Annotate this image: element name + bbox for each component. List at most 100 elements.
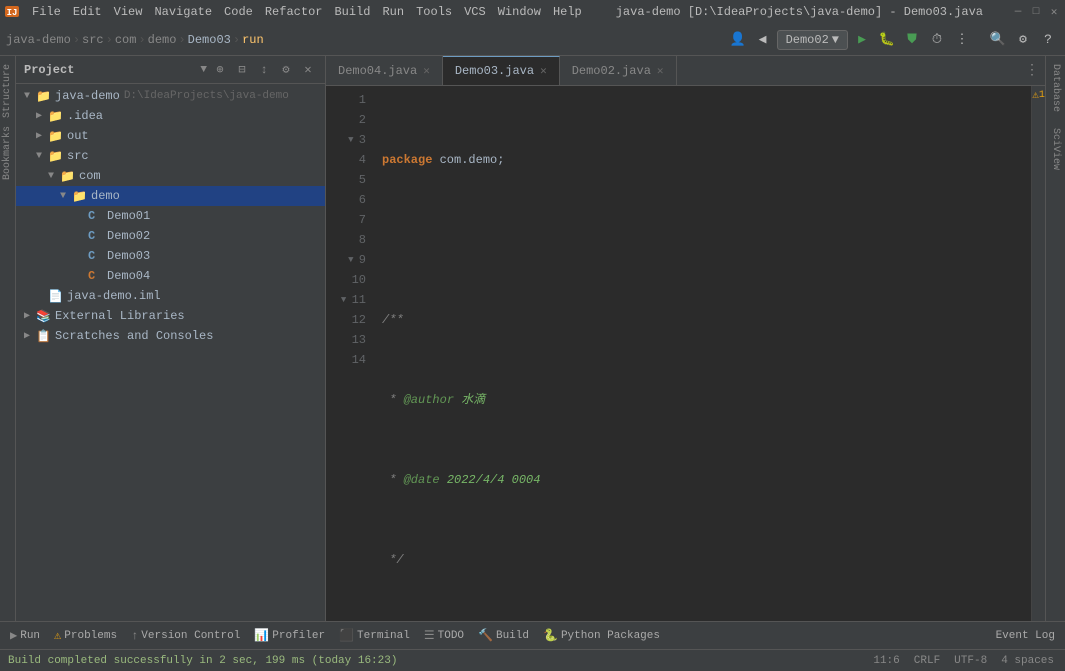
help-button[interactable]: ? bbox=[1037, 29, 1059, 51]
panel-close-icon[interactable]: ✕ bbox=[299, 61, 317, 79]
breadcrumb-class[interactable]: Demo03 bbox=[188, 33, 231, 47]
main-area: Structure Bookmarks Project ▼ ⊕ ⊟ ↕ ⚙ ✕ … bbox=[0, 56, 1065, 621]
expand-arrow-out[interactable]: ▶ bbox=[36, 130, 48, 142]
expand-arrow-scratches[interactable]: ▶ bbox=[24, 330, 36, 342]
more-run-button[interactable]: ⋮ bbox=[951, 29, 973, 51]
line-ending[interactable]: CRLF bbox=[911, 655, 943, 667]
fold-icon-9[interactable]: ▼ bbox=[345, 254, 357, 266]
fold-icon-3[interactable]: ▼ bbox=[345, 134, 357, 146]
menu-vcs[interactable]: VCS bbox=[458, 3, 492, 21]
tree-item-demo01[interactable]: ▶ C Demo01 bbox=[16, 206, 325, 226]
menu-code[interactable]: Code bbox=[218, 3, 259, 21]
editor-content[interactable]: 1 2 ▼ 3 4 5 6 7 8 ▼ 9 10 ▼ 11 bbox=[326, 86, 1045, 621]
run-config-dropdown[interactable]: Demo02 ▼ bbox=[777, 30, 848, 50]
breadcrumb-com[interactable]: com bbox=[115, 33, 137, 47]
expand-arrow-libs[interactable]: ▶ bbox=[24, 310, 36, 322]
debug-button[interactable]: 🐛 bbox=[876, 29, 898, 51]
back-button[interactable]: ◀ bbox=[752, 29, 774, 51]
encoding[interactable]: UTF-8 bbox=[951, 655, 990, 667]
menu-window[interactable]: Window bbox=[492, 3, 547, 21]
event-log-button[interactable]: Event Log bbox=[990, 628, 1061, 644]
profile-button[interactable]: ⏱ bbox=[926, 29, 948, 51]
tree-item-scratches[interactable]: ▶ 📋 Scratches and Consoles bbox=[16, 326, 325, 346]
expand-arrow-demo[interactable]: ▼ bbox=[60, 191, 72, 202]
tree-item-iml[interactable]: ▶ 📄 java-demo.iml bbox=[16, 286, 325, 306]
version-control-button[interactable]: ↑ Version Control bbox=[125, 625, 246, 647]
tree-item-root[interactable]: ▼ 📁 java-demo D:\IdeaProjects\java-demo bbox=[16, 86, 325, 106]
tab-demo02-close[interactable]: ✕ bbox=[657, 64, 664, 78]
tree-item-demo03[interactable]: ▶ C Demo03 bbox=[16, 246, 325, 266]
tab-demo03-close[interactable]: ✕ bbox=[540, 64, 547, 78]
sort-icon[interactable]: ↕ bbox=[255, 61, 273, 79]
sync-icon[interactable]: ⊕ bbox=[211, 61, 229, 79]
tab-demo02-label: Demo02.java bbox=[572, 64, 651, 78]
expand-arrow-root[interactable]: ▼ bbox=[24, 91, 36, 102]
problems-button[interactable]: ⚠ Problems bbox=[48, 625, 123, 647]
tree-item-out[interactable]: ▶ 📁 out bbox=[16, 126, 325, 146]
todo-button[interactable]: ☰ TODO bbox=[418, 625, 470, 647]
git-icon[interactable]: 👤 bbox=[727, 29, 749, 51]
line-numbers: 1 2 ▼ 3 4 5 6 7 8 ▼ 9 10 ▼ 11 bbox=[326, 86, 374, 621]
tab-demo02[interactable]: Demo02.java ✕ bbox=[560, 56, 677, 85]
tree-item-src[interactable]: ▼ 📁 src bbox=[16, 146, 325, 166]
tree-item-demo04[interactable]: ▶ C Demo04 bbox=[16, 266, 325, 286]
tab-more-button[interactable]: ⋮ bbox=[1019, 62, 1045, 79]
menu-edit[interactable]: Edit bbox=[67, 3, 108, 21]
scratches-icon: 📋 bbox=[36, 329, 52, 344]
breadcrumb-demo[interactable]: demo bbox=[148, 33, 177, 47]
menu-run[interactable]: Run bbox=[376, 3, 410, 21]
close-button[interactable]: ✕ bbox=[1047, 5, 1061, 19]
structure-strip: Structure bbox=[0, 56, 16, 118]
tree-item-demo02[interactable]: ▶ C Demo02 bbox=[16, 226, 325, 246]
maximize-button[interactable]: □ bbox=[1029, 5, 1043, 19]
database-panel-toggle[interactable]: Database bbox=[1048, 56, 1063, 120]
breadcrumb-method[interactable]: run bbox=[242, 33, 264, 47]
structure-label[interactable]: Structure bbox=[2, 64, 13, 118]
breadcrumb-src[interactable]: src bbox=[82, 33, 104, 47]
run-panel-button[interactable]: ▶ Run bbox=[4, 625, 46, 647]
iml-icon: 📄 bbox=[48, 289, 64, 304]
profiler-button[interactable]: 📊 Profiler bbox=[248, 625, 331, 647]
menu-refactor[interactable]: Refactor bbox=[259, 3, 329, 21]
bookmarks-label[interactable]: Bookmarks bbox=[2, 126, 13, 180]
tab-demo04[interactable]: Demo04.java ✕ bbox=[326, 56, 443, 85]
tree-item-demo[interactable]: ▼ 📁 demo bbox=[16, 186, 325, 206]
menu-tools[interactable]: Tools bbox=[410, 3, 458, 21]
line-num-13: 13 bbox=[326, 330, 366, 350]
menu-file[interactable]: File bbox=[26, 3, 67, 21]
build-icon: 🔨 bbox=[478, 628, 493, 643]
expand-arrow-com[interactable]: ▼ bbox=[48, 171, 60, 182]
expand-arrow-src[interactable]: ▼ bbox=[36, 151, 48, 162]
python-packages-button[interactable]: 🐍 Python Packages bbox=[537, 625, 666, 647]
run-button[interactable]: ▶ bbox=[851, 29, 873, 51]
profiler-label: Profiler bbox=[272, 630, 325, 642]
coverage-button[interactable]: ⛊ bbox=[901, 29, 923, 51]
fold-icon-11[interactable]: ▼ bbox=[338, 294, 350, 306]
terminal-button[interactable]: ⬛ Terminal bbox=[333, 625, 416, 647]
minimize-button[interactable]: — bbox=[1011, 5, 1025, 19]
search-button[interactable]: 🔍 bbox=[987, 29, 1009, 51]
build-button[interactable]: 🔨 Build bbox=[472, 625, 535, 647]
menu-help[interactable]: Help bbox=[547, 3, 588, 21]
cursor-position[interactable]: 11:6 bbox=[870, 655, 902, 667]
demo-folder-icon: 📁 bbox=[72, 189, 88, 204]
right-sidebar-strip: Database SciView bbox=[1045, 56, 1065, 621]
line-num-11: ▼ 11 bbox=[326, 290, 366, 310]
sciview-panel-toggle[interactable]: SciView bbox=[1048, 120, 1063, 178]
breadcrumb-project[interactable]: java-demo bbox=[6, 33, 71, 47]
panel-settings-icon[interactable]: ⚙ bbox=[277, 61, 295, 79]
collapse-all-icon[interactable]: ⊟ bbox=[233, 61, 251, 79]
tree-item-idea[interactable]: ▶ 📁 .idea bbox=[16, 106, 325, 126]
menu-view[interactable]: View bbox=[108, 3, 149, 21]
settings-button[interactable]: ⚙ bbox=[1012, 29, 1034, 51]
tree-item-com[interactable]: ▼ 📁 com bbox=[16, 166, 325, 186]
tree-label-com: com bbox=[79, 169, 101, 183]
tab-demo03[interactable]: Demo03.java ✕ bbox=[443, 56, 560, 85]
menu-navigate[interactable]: Navigate bbox=[148, 3, 218, 21]
menu-build[interactable]: Build bbox=[328, 3, 376, 21]
expand-arrow-idea[interactable]: ▶ bbox=[36, 110, 48, 122]
code-editor[interactable]: package com.demo; /** * @author 水滴 * @da… bbox=[374, 86, 1031, 621]
indent-settings[interactable]: 4 spaces bbox=[998, 655, 1057, 667]
tab-demo04-close[interactable]: ✕ bbox=[423, 64, 430, 78]
tree-item-extlibs[interactable]: ▶ 📚 External Libraries bbox=[16, 306, 325, 326]
